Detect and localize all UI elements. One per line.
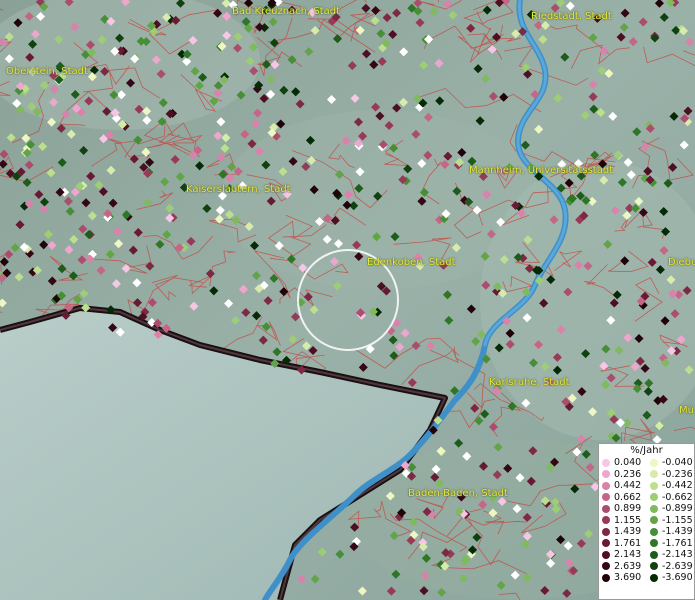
- legend-value: -2.639: [662, 560, 693, 572]
- legend-entry: 0.662: [602, 492, 646, 504]
- legend-value: 0.899: [614, 503, 642, 514]
- legend-value: -1.761: [662, 537, 693, 549]
- city-label: Riedstadt, Stadt: [531, 11, 612, 22]
- legend-value: -0.662: [662, 491, 693, 503]
- legend-swatch: [602, 493, 610, 502]
- legend-entry: -2.143: [650, 549, 694, 561]
- map-view[interactable]: Bad Kreuznach, Stadt Riedstadt, Stadt Ob…: [0, 0, 695, 600]
- legend-entry: 0.442: [602, 480, 646, 492]
- legend-value: -1.439: [662, 526, 693, 537]
- legend-entry: 3.690: [602, 572, 646, 584]
- legend-title: %/Jahr: [630, 445, 663, 456]
- legend-value: 0.442: [614, 480, 642, 491]
- legend-swatch: [602, 481, 610, 490]
- legend-entry: 2.639: [602, 561, 646, 573]
- legend-entry: -0.899: [650, 503, 694, 515]
- legend-value: 2.639: [614, 560, 642, 572]
- legend-entry: -2.639: [650, 561, 694, 573]
- city-label: Karlsruhe, Stadt: [489, 377, 570, 388]
- legend-swatch: [602, 539, 610, 548]
- legend-entry: 2.143: [602, 549, 646, 561]
- legend-swatch: [602, 516, 610, 525]
- legend-entry: -0.040: [650, 457, 694, 469]
- city-label: Edenkoben, Stadt: [367, 257, 456, 268]
- legend-entry: 0.236: [602, 469, 646, 481]
- legend-swatch: [602, 470, 610, 479]
- legend-value: -0.236: [662, 468, 693, 480]
- legend-swatch: [602, 458, 610, 467]
- legend-value: -0.899: [662, 503, 693, 514]
- legend-value: 2.143: [614, 549, 642, 560]
- legend-value: -3.690: [662, 572, 693, 583]
- legend-swatch: [650, 470, 658, 479]
- legend-value: -0.442: [662, 480, 693, 491]
- legend-swatch: [650, 458, 658, 467]
- city-label: Mü: [679, 405, 694, 416]
- legend-value: 1.761: [614, 537, 642, 549]
- city-label: Oberstein, Stadt: [6, 66, 88, 77]
- legend-value: 0.662: [614, 491, 642, 503]
- legend-value: -0.040: [662, 457, 693, 468]
- legend-entry: -0.442: [650, 480, 694, 492]
- city-label: Baden-Baden, Stadt: [408, 488, 508, 499]
- legend-swatch: [602, 550, 610, 559]
- city-label: Diebu: [668, 257, 695, 268]
- legend-entry: 1.761: [602, 538, 646, 550]
- legend-entry: 1.155: [602, 515, 646, 527]
- legend-swatch: [650, 516, 658, 525]
- legend-value: 0.040: [614, 457, 642, 468]
- legend-swatch: [650, 481, 658, 490]
- city-label: Bad Kreuznach, Stadt: [232, 6, 341, 17]
- legend-swatch: [650, 539, 658, 548]
- legend-entry: 0.899: [602, 503, 646, 515]
- legend-entries: 0.040 -0.040 0.236 -0.236 0.442 -0.442 0.662 -0…: [599, 457, 694, 584]
- legend-value: 3.690: [614, 572, 642, 583]
- legend-entry: 1.439: [602, 526, 646, 538]
- legend-entry: -1.439: [650, 526, 694, 538]
- legend-value: -1.155: [662, 514, 693, 526]
- city-label: Mannheim, Universitätsstadt: [469, 165, 614, 176]
- legend-swatch: [650, 504, 658, 513]
- legend-value: -2.143: [662, 549, 693, 560]
- legend-swatch: [602, 562, 610, 571]
- legend-entry: -1.761: [650, 538, 694, 550]
- legend-entry: -0.236: [650, 469, 694, 481]
- legend-swatch: [602, 527, 610, 536]
- legend-swatch: [650, 527, 658, 536]
- legend-entry: -0.662: [650, 492, 694, 504]
- legend-swatch: [602, 573, 610, 582]
- legend-entry: 0.040: [602, 457, 646, 469]
- city-label: Kaiserslautern, Stadt: [186, 184, 291, 195]
- legend-swatch: [602, 504, 610, 513]
- legend-swatch: [650, 562, 658, 571]
- legend-value: 1.155: [614, 514, 642, 526]
- legend: %/Jahr 0.040 -0.040 0.236 -0.236 0.442 -0.442…: [598, 443, 695, 600]
- legend-entry: -3.690: [650, 572, 694, 584]
- legend-swatch: [650, 493, 658, 502]
- legend-swatch: [650, 550, 658, 559]
- legend-swatch: [650, 573, 658, 582]
- terrain-layer: [0, 0, 695, 600]
- legend-value: 0.236: [614, 468, 642, 480]
- legend-value: 1.439: [614, 526, 642, 537]
- legend-entry: -1.155: [650, 515, 694, 527]
